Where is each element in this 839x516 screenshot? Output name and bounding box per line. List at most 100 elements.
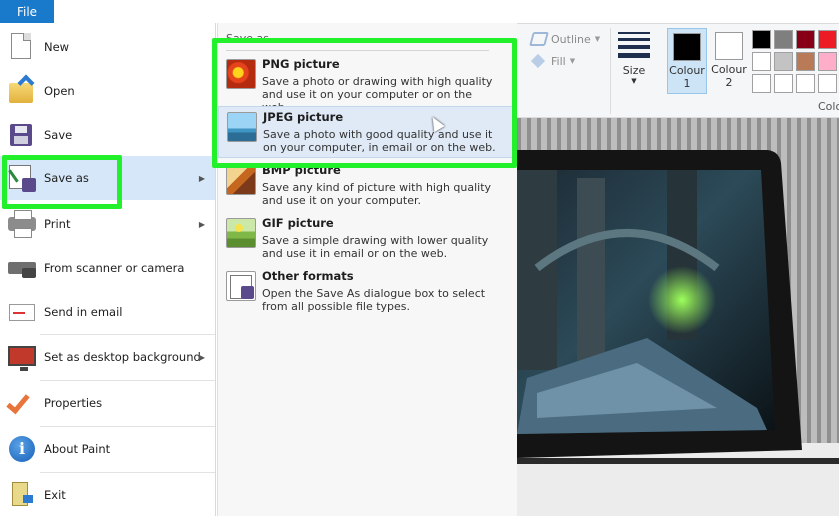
chevron-down-icon: ▼ <box>631 77 637 85</box>
menu-item-print[interactable]: Print ▶ <box>0 203 215 245</box>
png-title: PNG picture <box>262 57 340 71</box>
size-button[interactable]: Size ▼ <box>616 28 652 92</box>
menu-item-label: Open <box>44 84 75 98</box>
save-as-jpeg[interactable]: JPEG picture Save a photo with good qual… <box>218 106 517 158</box>
file-tab[interactable]: File <box>0 0 54 23</box>
menu-header-strip <box>54 0 517 23</box>
other-formats-icon <box>226 271 256 301</box>
palette-swatch[interactable] <box>774 52 793 71</box>
open-folder-icon <box>6 74 38 107</box>
menu-item-label: From scanner or camera <box>44 261 185 275</box>
laptop-photo <box>517 118 839 516</box>
paint-window: Outline ▼ Fill ▼ Size ▼ Colour 1 Colour … <box>0 0 839 516</box>
gif-description: Save a simple drawing with lower quality… <box>262 234 489 260</box>
chevron-down-icon: ▼ <box>594 35 601 43</box>
colour-1-button[interactable]: Colour 1 <box>667 28 707 94</box>
other-formats-description: Open the Save As dialogue box to select … <box>262 287 486 313</box>
colours-group-label: Colo <box>818 100 839 113</box>
menu-item-save[interactable]: Save <box>0 114 215 156</box>
png-picture-icon <box>226 59 256 89</box>
file-menu: New Open Save Save as ▶ Print ▶ From sca… <box>0 23 216 516</box>
properties-check-icon <box>6 387 38 419</box>
colour-2-button[interactable]: Colour 2 <box>709 28 749 94</box>
menu-item-save-as[interactable]: Save as ▶ <box>0 156 215 200</box>
menu-item-label: Exit <box>44 488 66 502</box>
new-document-icon <box>6 31 38 63</box>
canvas-image[interactable] <box>517 118 839 516</box>
scanner-icon <box>6 252 38 284</box>
fill-label: Fill <box>551 54 566 68</box>
outline-button[interactable]: Outline ▼ <box>529 32 601 46</box>
menu-item-desktop-background[interactable]: Set as desktop background ▶ <box>0 336 215 378</box>
save-as-gif[interactable]: GIF picture Save a simple drawing with l… <box>218 213 517 265</box>
ribbon-divider <box>610 28 611 114</box>
menu-item-open[interactable]: Open <box>0 70 215 112</box>
palette-swatch[interactable] <box>818 74 837 93</box>
submenu-arrow-icon: ▶ <box>198 352 205 362</box>
size-label: Size <box>622 64 646 77</box>
menu-divider <box>40 334 215 335</box>
jpeg-description: Save a photo with good quality and use i… <box>263 128 496 154</box>
palette-swatch[interactable] <box>752 74 771 93</box>
jpeg-picture-icon <box>227 112 257 142</box>
menu-divider <box>40 426 215 427</box>
menu-item-label: New <box>44 40 70 54</box>
save-floppy-icon <box>6 119 38 151</box>
menu-item-about-paint[interactable]: i About Paint <box>0 428 215 470</box>
colour-2-label: Colour 2 <box>711 63 747 89</box>
bmp-picture-icon <box>226 165 256 195</box>
ribbon: Outline ▼ Fill ▼ Size ▼ Colour 1 Colour … <box>517 0 839 118</box>
outline-label: Outline <box>551 32 591 46</box>
line-size-icon <box>618 32 650 58</box>
palette-swatch[interactable] <box>752 30 771 49</box>
submenu-arrow-icon: ▶ <box>198 219 205 229</box>
menu-item-label: Send in email <box>44 305 123 319</box>
palette-swatch[interactable] <box>796 52 815 71</box>
colour-palette <box>752 30 837 93</box>
chevron-down-icon: ▼ <box>569 57 576 65</box>
bmp-description: Save any kind of picture with high quali… <box>262 181 492 207</box>
menu-item-new[interactable]: New <box>0 26 215 68</box>
menu-item-from-scanner[interactable]: From scanner or camera <box>0 247 215 289</box>
bmp-title: BMP picture <box>262 163 341 177</box>
exit-icon <box>6 479 38 511</box>
fill-icon <box>531 54 547 68</box>
outline-icon <box>529 32 549 46</box>
menu-item-label: About Paint <box>44 442 111 456</box>
jpeg-title: JPEG picture <box>263 110 344 124</box>
gif-title: GIF picture <box>262 216 334 230</box>
menu-item-exit[interactable]: Exit <box>0 474 215 516</box>
menu-divider <box>40 380 215 381</box>
menu-item-send-email[interactable]: Send in email <box>0 291 215 333</box>
palette-swatch[interactable] <box>752 52 771 71</box>
menu-item-label: Save <box>44 128 73 142</box>
colour-1-label: Colour 1 <box>669 64 705 90</box>
submenu-title: Save as <box>226 32 489 51</box>
info-icon: i <box>6 433 38 465</box>
email-icon <box>6 296 38 328</box>
menu-item-properties[interactable]: Properties <box>0 382 215 424</box>
gif-picture-icon <box>226 218 256 248</box>
colour-1-swatch <box>673 33 701 61</box>
save-as-png[interactable]: PNG picture Save a photo or drawing with… <box>218 54 517 114</box>
save-as-bmp[interactable]: BMP picture Save any kind of picture wit… <box>218 160 517 212</box>
save-as-other-formats[interactable]: Other formats Open the Save As dialogue … <box>218 266 517 318</box>
palette-swatch[interactable] <box>818 30 837 49</box>
other-formats-title: Other formats <box>262 269 354 283</box>
file-tab-label: File <box>16 4 38 19</box>
colour-2-swatch <box>715 32 743 60</box>
palette-swatch[interactable] <box>796 74 815 93</box>
fill-button[interactable]: Fill ▼ <box>531 54 575 68</box>
ribbon-tab-strip <box>517 0 839 24</box>
palette-swatch[interactable] <box>796 30 815 49</box>
menu-item-label: Properties <box>44 396 103 410</box>
desktop-background-icon <box>6 341 38 373</box>
palette-swatch[interactable] <box>774 30 793 49</box>
palette-swatch[interactable] <box>818 52 837 71</box>
menu-item-label: Save as <box>44 171 89 185</box>
submenu-arrow-icon: ▶ <box>198 173 205 183</box>
save-as-icon <box>6 162 38 194</box>
printer-icon <box>6 208 38 240</box>
menu-divider <box>40 472 215 473</box>
palette-swatch[interactable] <box>774 74 793 93</box>
